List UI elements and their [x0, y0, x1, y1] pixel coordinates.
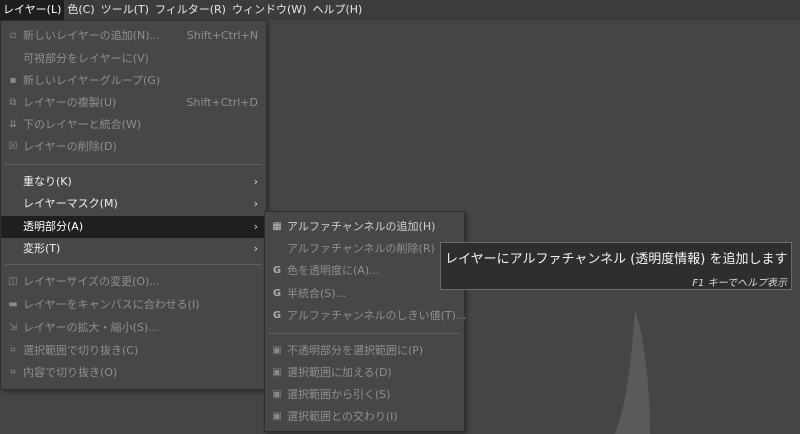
menu-item-duplicate[interactable]: ⧉ レイヤーの複製(U) Shift+Ctrl+D	[1, 92, 266, 114]
menubar: レイヤー(L) 色(C) ツール(T) フィルター(R) ウィンドウ(W) ヘル…	[0, 0, 800, 20]
selection-icon: ▣	[272, 345, 282, 356]
menu-item-semi-flatten[interactable]: G 半統合(S)...	[265, 283, 464, 305]
menu-item-crop-to-selection[interactable]: ⌗ 選択範囲で切り抜き(C)	[1, 340, 266, 362]
menu-item-add-alpha[interactable]: ▦ アルファチャンネルの追加(H)	[265, 216, 464, 238]
layer-menu: ▫ 新しいレイヤーの追加(N)... Shift+Ctrl+N 可視部分をレイヤ…	[0, 20, 267, 390]
gegl-icon: G	[272, 310, 282, 321]
menu-item-merge-down[interactable]: ⇊ 下のレイヤーと統合(W)	[1, 114, 266, 136]
menu-item-stack[interactable]: 重なり(K) ›	[1, 171, 266, 193]
fit-canvas-icon: ▬	[8, 299, 18, 310]
menu-windows[interactable]: ウィンドウ(W)	[229, 0, 309, 20]
crop-icon: ⌗	[10, 345, 16, 356]
menu-help[interactable]: ヘルプ(H)	[309, 0, 365, 20]
canvas-shape	[615, 310, 650, 434]
tooltip: レイヤーにアルファチャンネル (透明度情報) を追加します F1 キーでヘルプ表…	[440, 242, 792, 290]
folder-icon: ▪	[9, 75, 17, 86]
menu-item-delete[interactable]: ☒ レイヤーの削除(D)	[1, 136, 266, 158]
merge-down-icon: ⇊	[8, 119, 18, 130]
chevron-right-icon: ›	[253, 175, 258, 188]
menu-item-crop-to-content[interactable]: ⌗ 内容で切り抜き(O)	[1, 362, 266, 384]
menu-item-subtract-from-selection[interactable]: ▣ 選択範囲から引く(S)	[265, 384, 464, 406]
menu-item-new-layer[interactable]: ▫ 新しいレイヤーの追加(N)... Shift+Ctrl+N	[1, 25, 266, 47]
menu-item-boundary-size[interactable]: ◫ レイヤーサイズの変更(O)...	[1, 271, 266, 293]
delete-icon: ☒	[8, 141, 18, 152]
selection-add-icon: ▣	[272, 367, 282, 378]
menu-layer[interactable]: レイヤー(L)	[0, 0, 65, 20]
gegl-icon: G	[272, 265, 282, 276]
gegl-icon: G	[272, 288, 282, 299]
menu-item-remove-alpha[interactable]: アルファチャンネルの削除(R)	[265, 238, 464, 260]
menu-item-mask[interactable]: レイヤーマスク(M) ›	[1, 193, 266, 215]
menu-item-new-from-visible[interactable]: 可視部分をレイヤーに(V)	[1, 48, 266, 70]
menu-color[interactable]: 色(C)	[64, 0, 97, 20]
resize-icon: ◫	[8, 276, 18, 287]
selection-intersect-icon: ▣	[272, 411, 282, 422]
menu-item-transform[interactable]: 変形(T) ›	[1, 238, 266, 260]
separator	[5, 264, 262, 265]
menu-item-intersect-with-selection[interactable]: ▣ 選択範囲との交わり(I)	[265, 406, 464, 428]
crop-content-icon: ⌗	[10, 367, 16, 378]
scale-icon: ⇲	[8, 322, 18, 333]
chevron-right-icon: ›	[253, 220, 258, 233]
checker-icon: ▦	[272, 221, 282, 232]
tooltip-help-hint: F1 キーでヘルプ表示	[692, 278, 787, 289]
menu-filters[interactable]: フィルター(R)	[152, 0, 229, 20]
chevron-right-icon: ›	[253, 242, 258, 255]
separator	[269, 333, 460, 334]
duplicate-icon: ⧉	[9, 97, 17, 108]
menu-item-threshold-alpha[interactable]: G アルファチャンネルのしきい値(T)...	[265, 305, 466, 327]
new-layer-icon: ▫	[9, 30, 17, 41]
menu-tools[interactable]: ツール(T)	[98, 0, 152, 20]
menu-item-new-layer-group[interactable]: ▪ 新しいレイヤーグループ(G)	[1, 70, 266, 92]
menu-item-color-to-alpha[interactable]: G 色を透明度に(A)...	[265, 260, 464, 282]
transparency-submenu: ▦ アルファチャンネルの追加(H) アルファチャンネルの削除(R) G 色を透明…	[264, 211, 466, 432]
chevron-right-icon: ›	[253, 197, 258, 210]
separator	[5, 164, 262, 165]
menu-item-add-to-selection[interactable]: ▣ 選択範囲に加える(D)	[265, 362, 464, 384]
selection-subtract-icon: ▣	[272, 389, 282, 400]
menu-item-scale[interactable]: ⇲ レイヤーの拡大・縮小(S)...	[1, 317, 266, 339]
menu-item-layer-to-image[interactable]: ▬ レイヤーをキャンバスに合わせる(I)	[1, 294, 266, 316]
tooltip-text: レイヤーにアルファチャンネル (透明度情報) を追加します	[445, 252, 788, 267]
menu-item-transparency[interactable]: 透明部分(A) ›	[1, 216, 266, 238]
menu-item-alpha-to-selection[interactable]: ▣ 不透明部分を選択範囲に(P)	[265, 340, 464, 362]
